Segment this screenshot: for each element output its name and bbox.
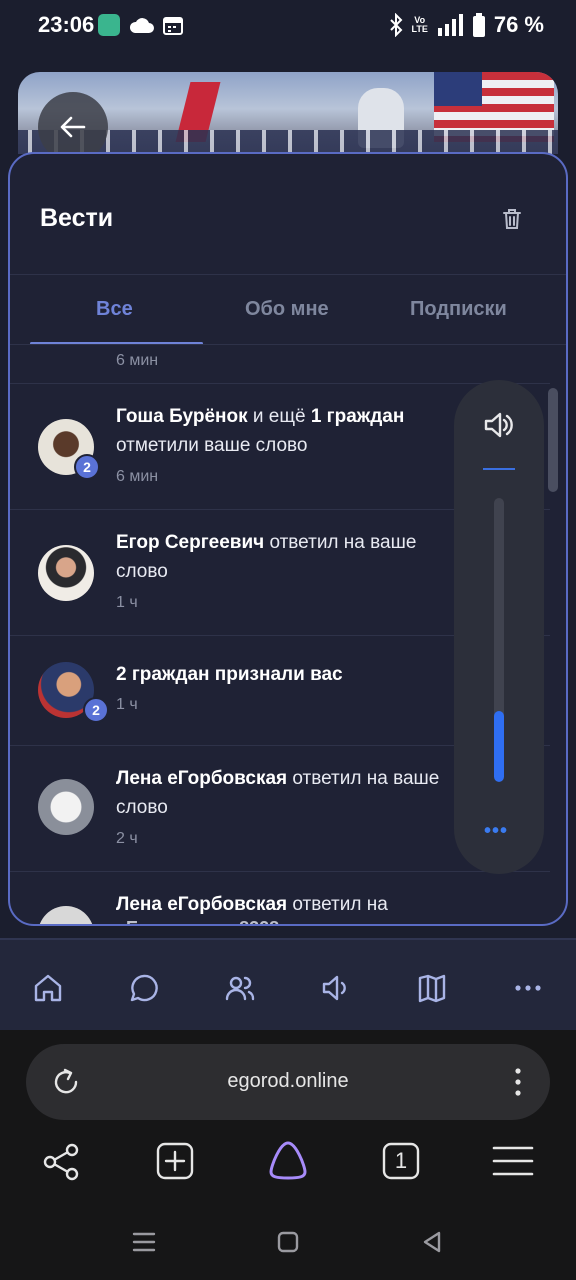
app-notification-icon <box>98 14 120 36</box>
new-tab-icon[interactable] <box>156 1142 194 1180</box>
avatar <box>38 779 94 835</box>
item-time: 2 ч <box>116 830 138 847</box>
page-title: Вести <box>40 204 114 232</box>
map-icon[interactable] <box>416 972 448 1004</box>
signal-icon <box>437 14 463 36</box>
home-system-icon[interactable] <box>276 1230 300 1254</box>
trash-icon[interactable] <box>502 208 522 230</box>
list-item[interactable]: 6 мин <box>10 344 550 384</box>
volume-more-button[interactable]: ••• <box>484 820 508 843</box>
item-time: 1 ч <box>116 594 138 611</box>
item-time: 6 мин <box>116 468 159 485</box>
speaker-nav-icon[interactable] <box>320 972 352 1004</box>
actor-name[interactable]: 2 граждан признали вас <box>116 664 343 685</box>
count-badge: 2 <box>74 454 100 480</box>
hamburger-menu-icon[interactable] <box>492 1142 534 1180</box>
volume-level <box>494 711 504 782</box>
tab-subscriptions[interactable]: Подписки <box>410 298 507 321</box>
actor-name[interactable]: Лена еГорбовская <box>116 894 287 915</box>
status-time: 23:06 <box>38 12 95 37</box>
actor-name[interactable]: Гоша Бурёнок <box>116 406 248 427</box>
overlap-caption: Егоры · дом 8328 <box>126 914 456 924</box>
recent-apps-icon[interactable] <box>132 1230 156 1254</box>
item-time: 1 ч <box>116 696 138 713</box>
tabs-count: 1 <box>394 1148 408 1173</box>
kebab-menu-icon[interactable] <box>514 1066 522 1098</box>
site-bottom-nav <box>0 938 576 1030</box>
more-icon[interactable] <box>512 972 544 1004</box>
actor-name[interactable]: Лена еГорбовская <box>116 768 287 789</box>
url-text[interactable]: egorod.online <box>26 1070 550 1093</box>
address-bar[interactable]: egorod.online <box>26 1044 550 1120</box>
home-icon[interactable] <box>32 972 64 1004</box>
avatar <box>38 906 94 924</box>
battery-percent: 76 % <box>493 12 544 37</box>
list-item[interactable]: Лена еГорбовская ответил на Егоры · дом … <box>10 872 550 924</box>
scrollbar[interactable] <box>548 388 558 492</box>
actor-name[interactable]: Егор Сергеевич <box>116 532 264 553</box>
people-icon[interactable] <box>224 972 256 1004</box>
back-system-icon[interactable] <box>420 1230 444 1254</box>
alice-assistant-icon[interactable] <box>266 1138 310 1182</box>
tabs-button[interactable]: 1 <box>382 1142 420 1180</box>
item-time: 6 мин <box>116 352 159 369</box>
speaker-icon[interactable] <box>483 410 515 440</box>
tab-all[interactable]: Все <box>96 298 133 321</box>
bluetooth-icon <box>389 13 402 37</box>
chat-icon[interactable] <box>128 972 160 1004</box>
system-navigation-bar <box>0 1210 576 1280</box>
volume-panel: ••• <box>454 380 544 874</box>
tabs: Все Обо мне Подписки <box>30 274 566 345</box>
count-badge: 2 <box>83 697 109 723</box>
cloud-icon <box>129 18 154 33</box>
volume-slider[interactable] <box>494 498 504 782</box>
battery-icon <box>472 13 485 37</box>
status-bar: 23:06 Vo LTE 76 % <box>0 0 576 52</box>
tab-about-me[interactable]: Обо мне <box>245 298 329 321</box>
arrow-left-icon <box>60 116 86 138</box>
calendar-icon <box>163 17 183 35</box>
browser-chrome: egorod.online 1 <box>0 1030 576 1210</box>
volte-indicator: Vo LTE <box>411 15 428 34</box>
share-icon[interactable] <box>42 1142 82 1182</box>
avatar <box>38 545 94 601</box>
